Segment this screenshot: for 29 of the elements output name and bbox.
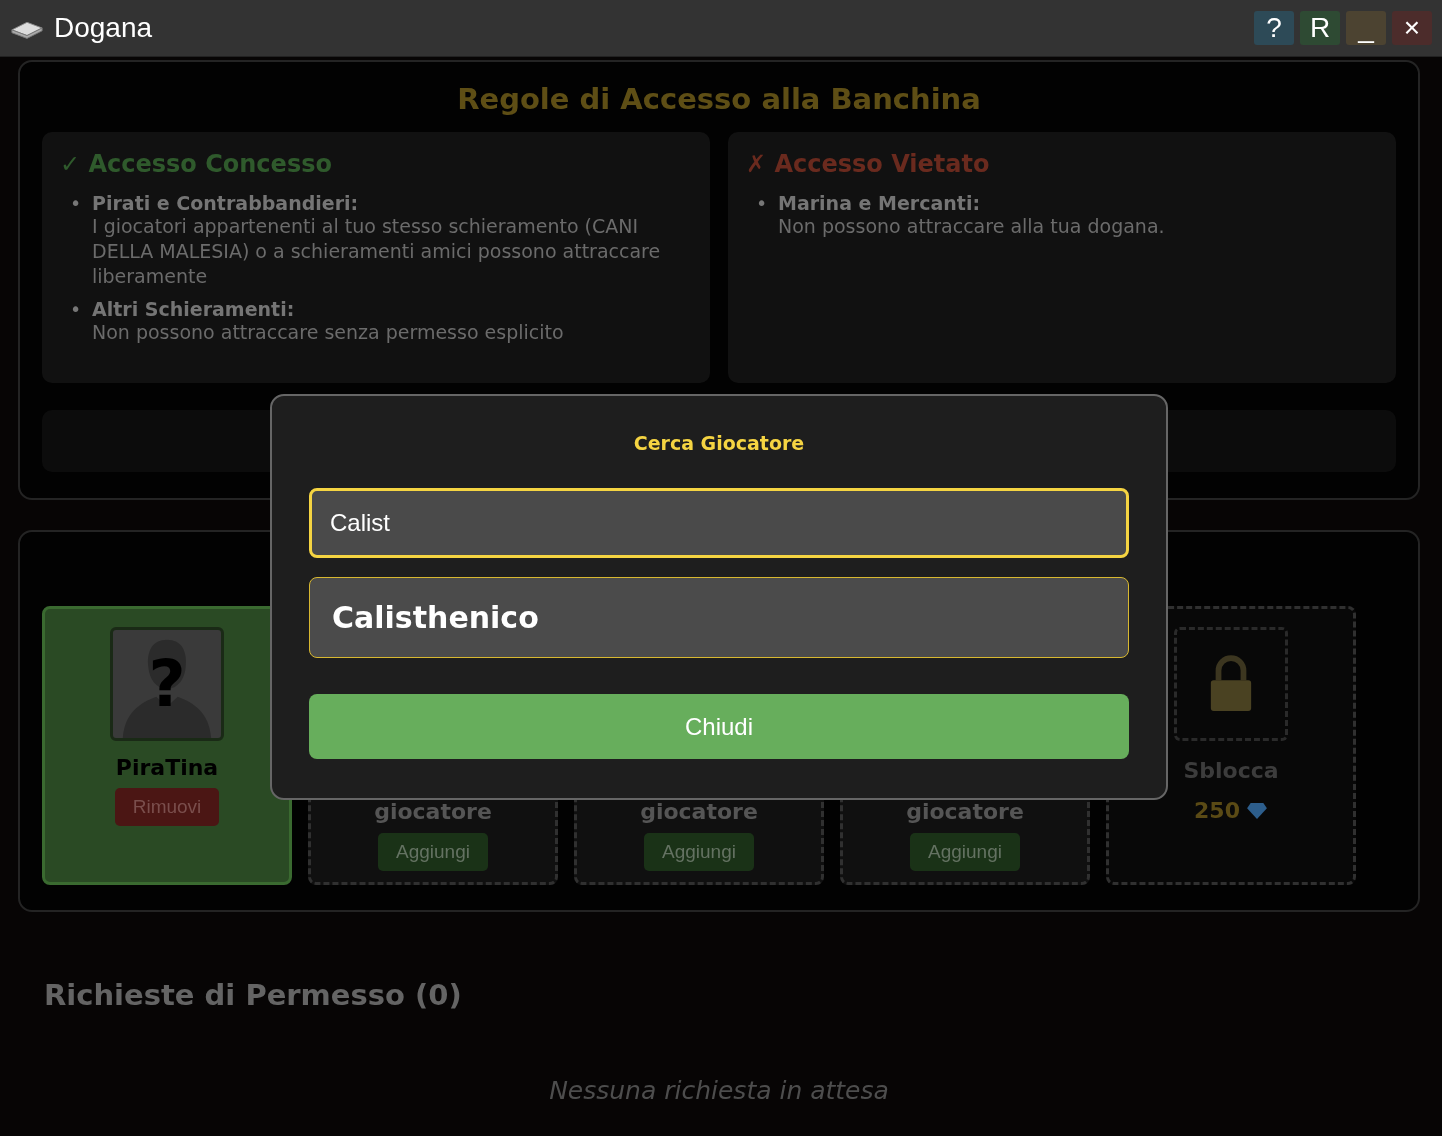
bullet: • bbox=[756, 192, 768, 214]
requests-title: Richieste di Permesso (0) bbox=[44, 978, 463, 1012]
empty-message: Nessuna richiesta in attesa bbox=[548, 1076, 890, 1105]
player-name: PiraTina bbox=[115, 755, 219, 780]
question-mark: ? bbox=[148, 652, 186, 716]
diamond-icon bbox=[1245, 801, 1268, 820]
slot-label: giocatore bbox=[639, 798, 759, 825]
rule-heading: Marina e Mercanti: bbox=[778, 192, 982, 214]
bullet: • bbox=[70, 298, 82, 320]
price: 250 bbox=[1194, 798, 1240, 823]
section-title: ✗ Accesso Vietato bbox=[746, 150, 991, 178]
rule-text: Non possono attraccare senza permesso esplicito bbox=[92, 320, 565, 345]
bullet: • bbox=[70, 192, 82, 214]
rule-text: I giocatori appartenenti al tuo stesso schieramento (CANI DELLA MALESIA) o a schieramenti amici possono attraccare liberamente bbox=[92, 214, 662, 289]
reset-button[interactable]: R bbox=[1300, 11, 1340, 45]
help-button[interactable]: ? bbox=[1254, 11, 1294, 45]
slot-label: giocatore bbox=[905, 798, 1025, 825]
search-field[interactable]: Calist bbox=[309, 488, 1129, 558]
dialog-title: Cerca Giocatore bbox=[632, 432, 806, 454]
rule-heading: Altri Schieramenti: bbox=[92, 298, 296, 320]
rules-title: Regole di Accesso alla Banchina bbox=[456, 82, 982, 116]
window-title: Dogana bbox=[54, 12, 153, 44]
rule-text: Non possono attraccare alla tua dogana. bbox=[778, 214, 1166, 239]
close-button[interactable]: × bbox=[1392, 11, 1432, 45]
rule-heading: Pirati e Contrabbandieri: bbox=[92, 192, 360, 214]
minimize-button[interactable]: _ bbox=[1346, 11, 1386, 45]
search-result[interactable]: Calisthenico bbox=[309, 577, 1129, 658]
slot-label: giocatore bbox=[373, 798, 493, 825]
section-title: ✓ Accesso Concesso bbox=[60, 150, 333, 178]
